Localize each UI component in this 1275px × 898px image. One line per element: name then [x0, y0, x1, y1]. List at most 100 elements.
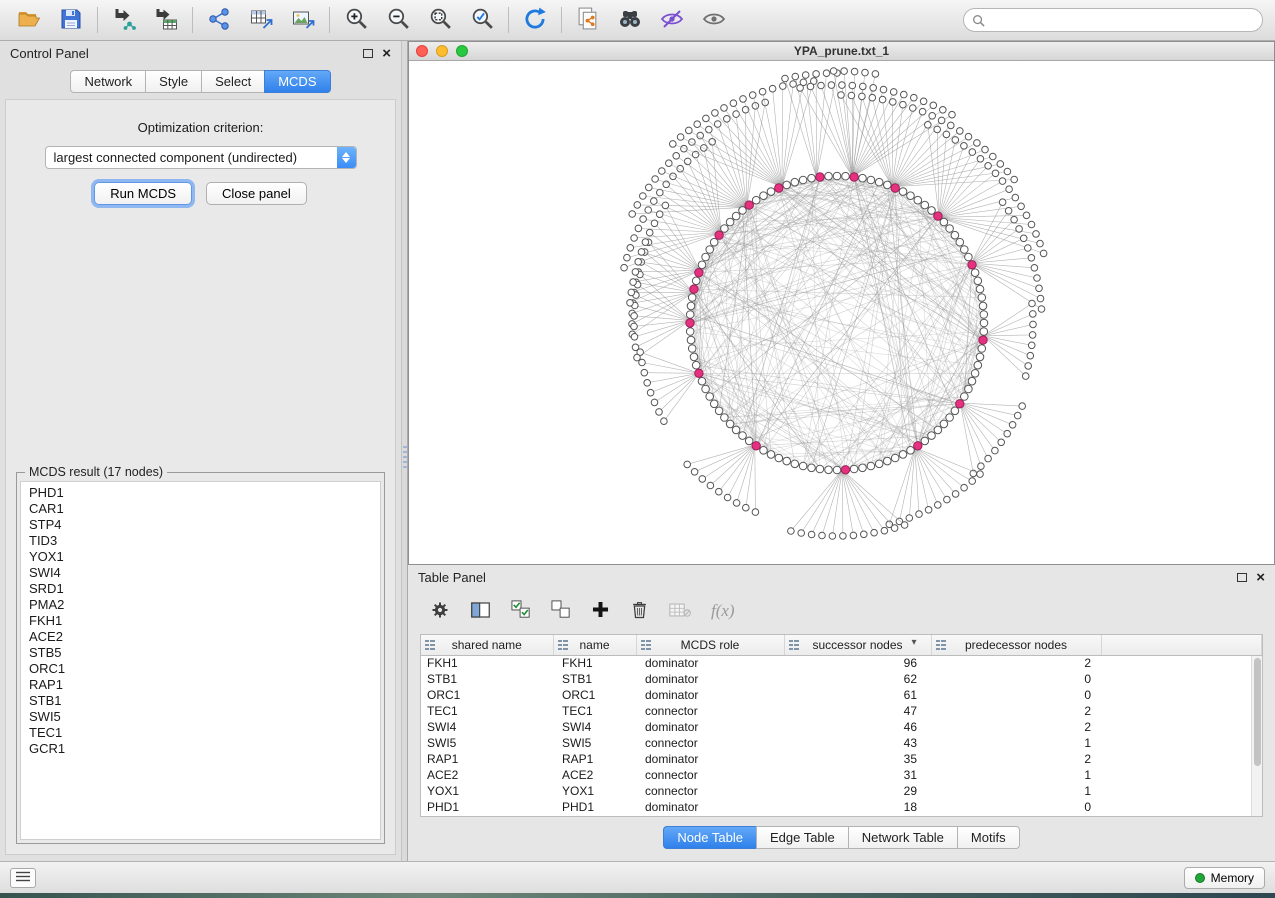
desktop-wallpaper	[0, 893, 1275, 898]
task-history-button[interactable]	[10, 868, 36, 888]
delete-column-button[interactable]	[630, 600, 649, 623]
table-cell: 2	[931, 719, 1101, 735]
mcds-result-item[interactable]: TID3	[21, 533, 380, 549]
mcds-result-item[interactable]: PMA2	[21, 597, 380, 613]
mcds-result-item[interactable]: ACE2	[21, 629, 380, 645]
node-table-container: shared name name MCDS role successor nod…	[420, 634, 1263, 817]
refresh-view-button[interactable]	[514, 3, 556, 37]
open-session-button[interactable]	[8, 3, 50, 37]
table-row[interactable]: SWI5SWI5connector431	[421, 735, 1262, 751]
table-toolbar: f(x)	[408, 590, 1275, 632]
toolbar-separator	[192, 7, 193, 33]
criterion-select[interactable]: largest connected component (undirected)	[45, 146, 357, 169]
tab-mcds[interactable]: MCDS	[264, 70, 330, 93]
copy-document-button[interactable]	[567, 3, 609, 37]
mcds-result-item[interactable]: TEC1	[21, 725, 380, 741]
control-panel-close-icon[interactable]: ×	[382, 48, 391, 60]
network-canvas[interactable]	[409, 61, 1274, 564]
table-cell: connector	[636, 783, 784, 799]
table-row[interactable]: ACE2ACE2connector311	[421, 767, 1262, 783]
combo-arrows-icon	[337, 147, 356, 168]
show-columns-button[interactable]	[470, 601, 491, 622]
float-panel-icon[interactable]	[363, 49, 373, 58]
new-network-button[interactable]	[198, 3, 240, 37]
table-row[interactable]: ORC1ORC1dominator610	[421, 687, 1262, 703]
zoom-selected-button[interactable]	[461, 3, 503, 37]
mcds-result-item[interactable]: STP4	[21, 517, 380, 533]
hide-selected-button[interactable]	[651, 3, 693, 37]
mcds-result-item[interactable]: YOX1	[21, 549, 380, 565]
unchecked-boxes-icon	[551, 600, 571, 622]
table-row[interactable]: TEC1TEC1connector472	[421, 703, 1262, 719]
float-table-panel-icon[interactable]	[1237, 573, 1247, 582]
tab-motifs[interactable]: Motifs	[957, 826, 1020, 849]
import-table-button[interactable]	[145, 3, 187, 37]
tab-network[interactable]: Network	[70, 70, 145, 93]
find-button[interactable]	[609, 3, 651, 37]
panel-splitter[interactable]	[401, 41, 408, 861]
delete-table-icon	[669, 602, 691, 621]
tab-node-table[interactable]: Node Table	[663, 826, 756, 849]
memory-status-icon	[1195, 873, 1205, 883]
show-all-button[interactable]	[693, 3, 735, 37]
import-network-button[interactable]	[103, 3, 145, 37]
mcds-result-item[interactable]: SWI5	[21, 709, 380, 725]
deselect-all-rows-button[interactable]	[551, 600, 571, 622]
table-scrollbar-thumb[interactable]	[1254, 658, 1261, 766]
mcds-result-item[interactable]: SWI4	[21, 565, 380, 581]
mcds-result-list[interactable]: PHD1CAR1STP4TID3YOX1SWI4SRD1PMA2FKH1ACE2…	[20, 481, 381, 840]
table-row[interactable]: STB1STB1dominator620	[421, 671, 1262, 687]
zoom-out-button[interactable]	[377, 3, 419, 37]
search-input[interactable]	[990, 13, 1254, 27]
function-builder-button[interactable]: f(x)	[711, 601, 735, 621]
mcds-result-item[interactable]: STB5	[21, 645, 380, 661]
mcds-result-item[interactable]: FKH1	[21, 613, 380, 629]
add-column-button[interactable]	[591, 600, 610, 622]
mcds-result-item[interactable]: PHD1	[21, 485, 380, 501]
memory-button[interactable]: Memory	[1184, 867, 1265, 889]
binoculars-icon	[617, 7, 643, 34]
table-row[interactable]: RAP1RAP1dominator352	[421, 751, 1262, 767]
mcds-result-item[interactable]: STB1	[21, 693, 380, 709]
column-header-name[interactable]: name	[553, 635, 636, 655]
tab-select[interactable]: Select	[201, 70, 264, 93]
column-header-mcds-role[interactable]: MCDS role	[636, 635, 784, 655]
table-cell: 29	[784, 783, 931, 799]
table-row[interactable]: YOX1YOX1connector291	[421, 783, 1262, 799]
column-header-successor-nodes[interactable]: successor nodes▾	[784, 635, 931, 655]
export-image-button[interactable]	[282, 3, 324, 37]
table-panel-close-icon[interactable]: ×	[1256, 572, 1265, 584]
close-panel-button[interactable]: Close panel	[206, 182, 307, 205]
zoom-in-button[interactable]	[335, 3, 377, 37]
mcds-result-item[interactable]: CAR1	[21, 501, 380, 517]
table-cell: 1	[931, 735, 1101, 751]
table-cell: SWI5	[421, 735, 553, 751]
column-header-shared-name[interactable]: shared name	[421, 635, 553, 655]
table-cell-filler	[1101, 783, 1262, 799]
mcds-result-item[interactable]: SRD1	[21, 581, 380, 597]
table-cell: RAP1	[553, 751, 636, 767]
table-row[interactable]: SWI4SWI4dominator462	[421, 719, 1262, 735]
tab-style[interactable]: Style	[145, 70, 201, 93]
select-all-rows-button[interactable]	[511, 600, 531, 622]
table-cell: SWI5	[553, 735, 636, 751]
zoom-fit-button[interactable]	[419, 3, 461, 37]
delete-table-button[interactable]	[669, 602, 691, 621]
image-export-icon	[291, 7, 316, 34]
save-session-button[interactable]	[50, 3, 92, 37]
network-table-button[interactable]	[240, 3, 282, 37]
mcds-result-item[interactable]: GCR1	[21, 741, 380, 757]
column-header-predecessor-nodes[interactable]: predecessor nodes	[931, 635, 1101, 655]
run-mcds-button[interactable]: Run MCDS	[94, 182, 192, 205]
mcds-result-item[interactable]: RAP1	[21, 677, 380, 693]
mcds-result-item[interactable]: ORC1	[21, 661, 380, 677]
table-cell: SWI4	[421, 719, 553, 735]
table-settings-button[interactable]	[430, 600, 450, 623]
table-row[interactable]: PHD1PHD1dominator180	[421, 799, 1262, 815]
table-cell: connector	[636, 767, 784, 783]
tab-edge-table[interactable]: Edge Table	[756, 826, 848, 849]
table-row[interactable]: FKH1FKH1dominator962	[421, 655, 1262, 671]
tab-network-table[interactable]: Network Table	[848, 826, 957, 849]
table-scrollbar[interactable]	[1251, 656, 1262, 816]
columns-icon	[470, 601, 491, 622]
